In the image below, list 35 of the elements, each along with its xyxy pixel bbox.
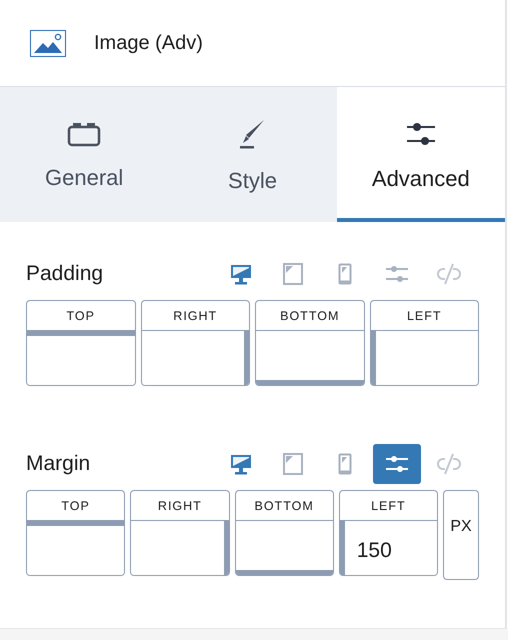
sliders-icon: [385, 454, 409, 474]
value-input[interactable]: [131, 521, 228, 575]
value-field[interactable]: BOTTOM: [234, 490, 334, 576]
phone-icon: [338, 263, 352, 285]
value-input[interactable]: 150: [340, 521, 437, 575]
sliders-icon: [406, 120, 436, 148]
tablet-icon: [283, 453, 303, 475]
card-icon: [67, 121, 102, 147]
value-field[interactable]: TOP: [26, 300, 136, 386]
unit-button[interactable]: PX: [443, 490, 479, 580]
desktop-icon: [230, 264, 252, 284]
value-field[interactable]: BOTTOM: [255, 300, 364, 386]
value-input[interactable]: [27, 521, 124, 575]
unlink-icon: [436, 262, 462, 286]
value-field[interactable]: LEFT 150: [338, 490, 438, 576]
block-title: Image (Adv): [94, 32, 203, 54]
sliders-button[interactable]: [373, 444, 421, 484]
tablet-icon: [283, 263, 303, 285]
tab[interactable]: Advanced: [336, 87, 505, 222]
value-input[interactable]: [142, 331, 249, 385]
value-field[interactable]: TOP: [26, 490, 126, 576]
value-input[interactable]: [27, 331, 134, 385]
phone-icon: [338, 453, 352, 475]
value-field[interactable]: RIGHT: [140, 300, 250, 386]
tab[interactable]: Style: [168, 87, 337, 222]
tab[interactable]: General: [0, 87, 168, 222]
image-icon: [30, 30, 66, 56]
value-field[interactable]: RIGHT: [130, 490, 230, 576]
unlink-icon: [436, 452, 462, 476]
sliders-icon: [385, 264, 409, 284]
value-input[interactable]: [370, 331, 478, 385]
desktop-icon: [230, 454, 252, 474]
section-title: Padding: [26, 262, 104, 286]
value-field[interactable]: LEFT: [370, 300, 479, 386]
section-title: Margin: [26, 452, 92, 476]
